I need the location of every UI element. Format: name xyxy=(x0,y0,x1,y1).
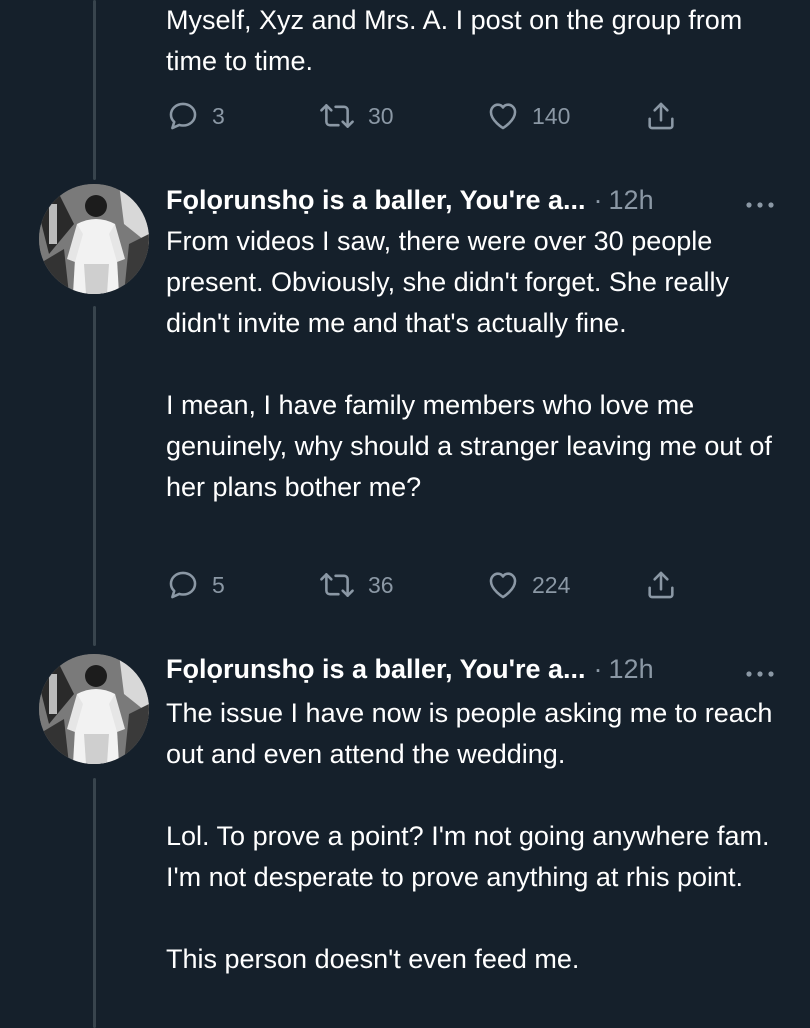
tweet-text: The issue I have now is people asking me… xyxy=(166,693,786,980)
more-options-button[interactable] xyxy=(740,651,780,687)
separator-dot: · xyxy=(593,654,603,684)
tweet-paragraph: Lol. To prove a point? I'm not going any… xyxy=(166,821,770,892)
tweet-header: Fọlọrunshọ is a baller, You're a... · 12… xyxy=(166,651,780,687)
tweet-paragraph: The issue I have now is people asking me… xyxy=(166,698,773,769)
author-name[interactable]: Fọlọrunshọ is a baller, You're a... xyxy=(166,651,586,687)
tweet-3[interactable]: Fọlọrunshọ is a baller, You're a... · 12… xyxy=(0,0,810,1028)
tweet-paragraph: This person doesn't even feed me. xyxy=(166,944,580,974)
more-icon xyxy=(745,651,775,687)
timestamp[interactable]: 12h xyxy=(609,651,654,687)
avatar[interactable] xyxy=(39,654,149,764)
